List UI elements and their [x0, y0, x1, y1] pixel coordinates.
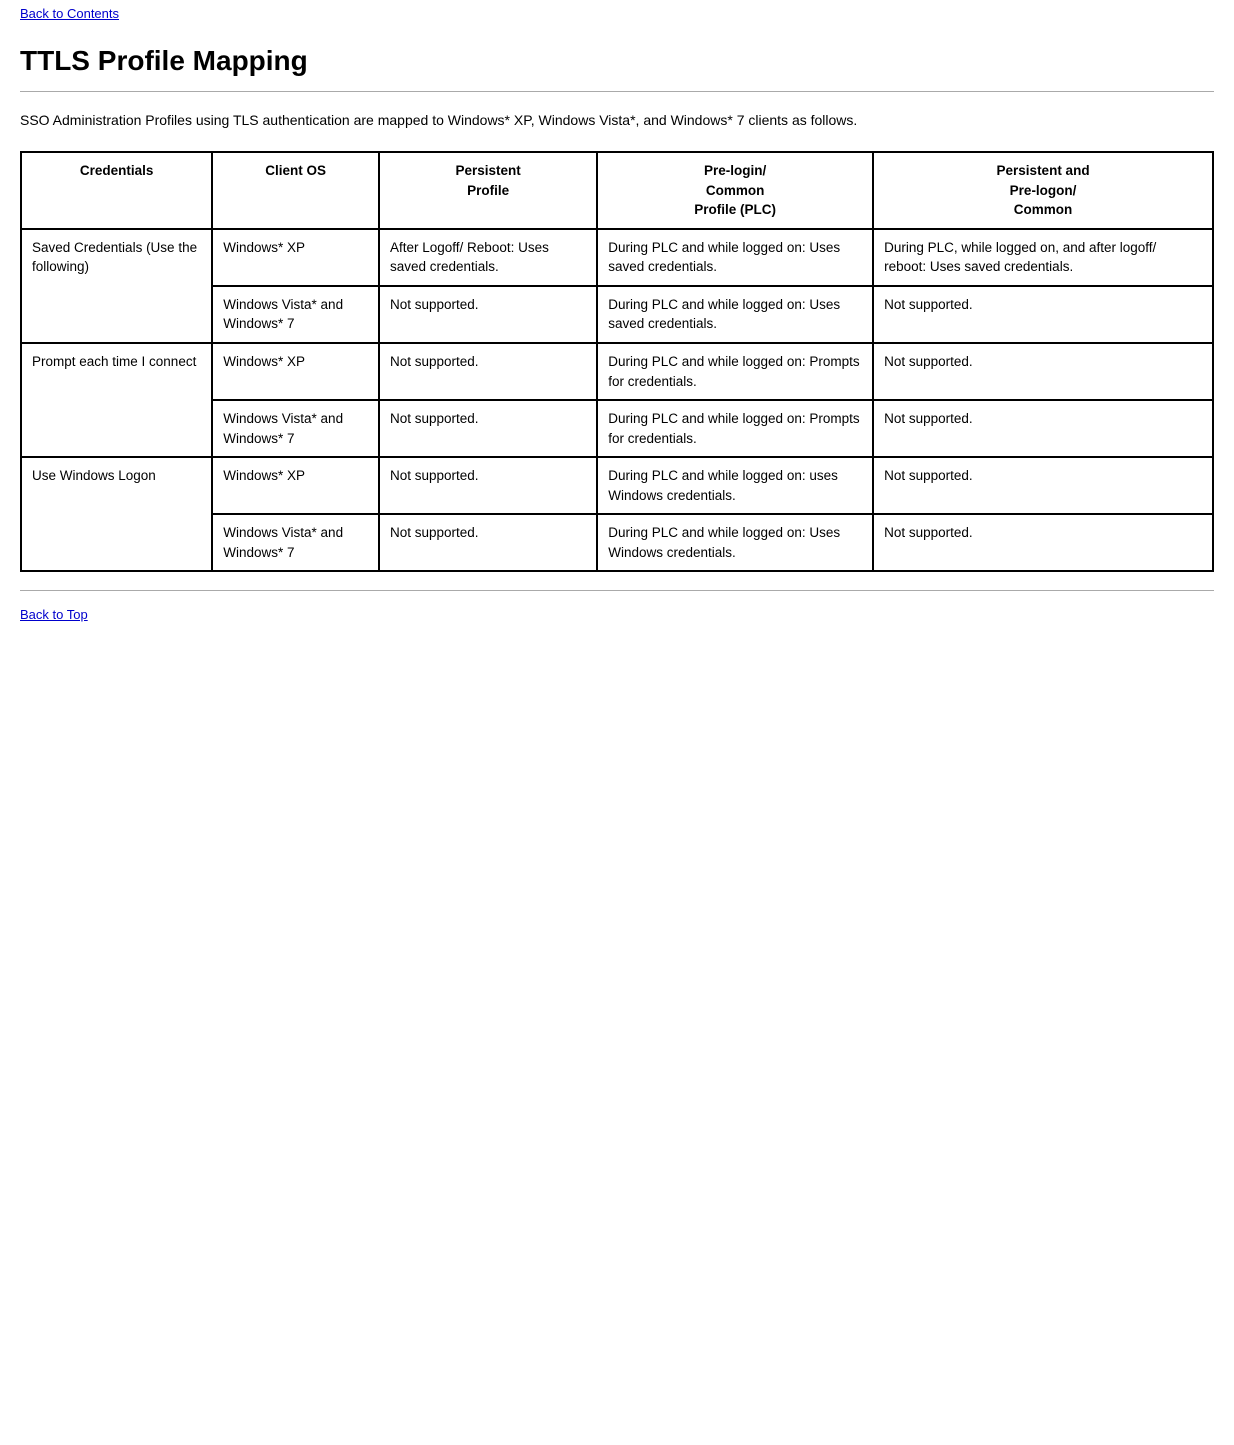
cell-persistent-profile: Not supported. [379, 457, 597, 514]
back-to-top-link[interactable]: Back to Top [20, 603, 88, 626]
cell-persistent-and-pre: Not supported. [873, 286, 1213, 343]
title-divider [20, 91, 1214, 92]
cell-persistent-and-pre: Not supported. [873, 400, 1213, 457]
col-header-client-os: Client OS [212, 152, 379, 229]
cell-pre-login: During PLC and while logged on: Prompts … [597, 343, 873, 400]
cell-persistent-profile: Not supported. [379, 400, 597, 457]
cell-persistent-and-pre: During PLC, while logged on, and after l… [873, 229, 1213, 286]
back-to-contents-link[interactable]: Back to Contents [20, 0, 119, 27]
cell-pre-login: During PLC and while logged on: Uses Win… [597, 514, 873, 571]
cell-credentials: Prompt each time I connect [21, 343, 212, 457]
cell-pre-login: During PLC and while logged on: Uses sav… [597, 229, 873, 286]
cell-persistent-and-pre: Not supported. [873, 457, 1213, 514]
ttls-mapping-table: Credentials Client OS PersistentProfile … [20, 151, 1214, 572]
cell-persistent-profile: Not supported. [379, 286, 597, 343]
cell-pre-login: During PLC and while logged on: Uses sav… [597, 286, 873, 343]
cell-pre-login: During PLC and while logged on: Prompts … [597, 400, 873, 457]
cell-pre-login: During PLC and while logged on: uses Win… [597, 457, 873, 514]
cell-persistent-profile: Not supported. [379, 514, 597, 571]
cell-client-os: Windows* XP [212, 343, 379, 400]
cell-client-os: Windows Vista* and Windows* 7 [212, 514, 379, 571]
col-header-credentials: Credentials [21, 152, 212, 229]
bottom-divider [20, 590, 1214, 591]
intro-paragraph: SSO Administration Profiles using TLS au… [20, 110, 1214, 131]
col-header-persistent-profile: PersistentProfile [379, 152, 597, 229]
cell-client-os: Windows* XP [212, 229, 379, 286]
cell-credentials: Saved Credentials (Use the following) [21, 229, 212, 343]
col-header-pre-login: Pre-login/CommonProfile (PLC) [597, 152, 873, 229]
col-header-persistent-pre: Persistent andPre-logon/Common [873, 152, 1213, 229]
page-title: TTLS Profile Mapping [20, 45, 1214, 77]
cell-persistent-profile: After Logoff/ Reboot: Uses saved credent… [379, 229, 597, 286]
table-row: Use Windows LogonWindows* XPNot supporte… [21, 457, 1213, 514]
cell-credentials: Use Windows Logon [21, 457, 212, 571]
cell-client-os: Windows* XP [212, 457, 379, 514]
cell-persistent-and-pre: Not supported. [873, 343, 1213, 400]
table-row: Prompt each time I connectWindows* XPNot… [21, 343, 1213, 400]
table-header-row: Credentials Client OS PersistentProfile … [21, 152, 1213, 229]
table-row: Saved Credentials (Use the following)Win… [21, 229, 1213, 286]
cell-client-os: Windows Vista* and Windows* 7 [212, 286, 379, 343]
cell-persistent-and-pre: Not supported. [873, 514, 1213, 571]
cell-client-os: Windows Vista* and Windows* 7 [212, 400, 379, 457]
cell-persistent-profile: Not supported. [379, 343, 597, 400]
